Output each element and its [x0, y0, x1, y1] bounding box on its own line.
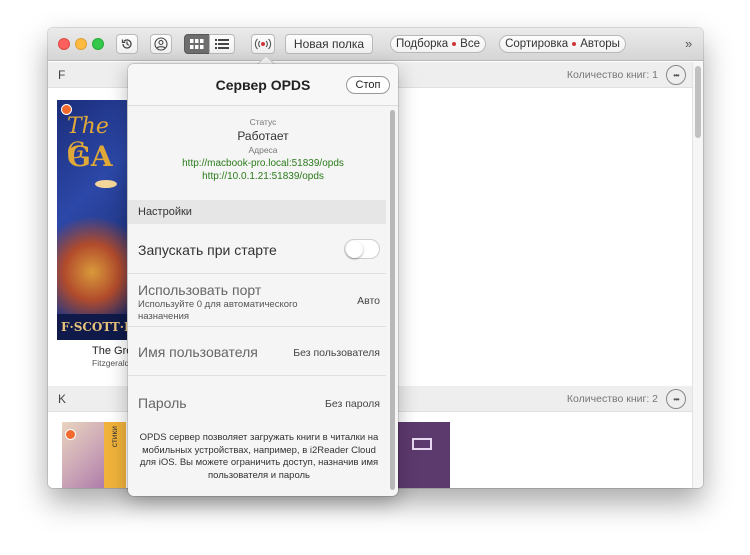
new-book-badge	[65, 429, 76, 440]
collection-label: Подборка	[395, 38, 449, 50]
section-count: Количество книг: 2	[566, 393, 658, 405]
server-address-link[interactable]: http://10.0.1.21:51839/opds	[128, 171, 398, 182]
new-book-badge	[61, 104, 72, 115]
opds-server-popover: Сервер OPDS Стоп Статус Работает Адреса …	[128, 64, 398, 496]
cover-text: GA	[67, 140, 113, 173]
port-label: Использовать порт	[138, 282, 262, 298]
history-button[interactable]	[116, 34, 138, 54]
broadcast-icon	[254, 38, 272, 50]
book-spine: стики	[104, 422, 126, 488]
autostart-label: Запускать при старте	[138, 242, 277, 258]
port-row[interactable]: Использовать порт Используйте 0 для авто…	[128, 275, 386, 327]
password-label: Пароль	[138, 395, 187, 411]
popover-header: Сервер OPDS Стоп	[128, 64, 398, 106]
sort-label: Сортировка	[505, 38, 569, 50]
new-shelf-label: Новая полка	[293, 37, 365, 51]
toggle-knob	[346, 241, 363, 258]
server-address-link[interactable]: http://macbook-pro.local:51839/opds	[128, 158, 398, 169]
scrollbar-thumb[interactable]	[695, 66, 701, 138]
section-more-button[interactable]: •••	[666, 65, 686, 85]
section-letter: K	[58, 392, 67, 406]
sort-dropdown[interactable]: Сортировка Авторы	[499, 35, 626, 53]
grid-view-button[interactable]	[184, 34, 210, 54]
minimize-window-button[interactable]	[75, 38, 87, 50]
settings-section-header: Настройки	[128, 200, 386, 224]
sort-value: Авторы	[580, 38, 620, 50]
book-spine-text: стики	[109, 426, 119, 448]
new-shelf-button[interactable]: Новая полка	[285, 34, 373, 54]
book-author: Fitzgerald	[92, 358, 130, 368]
history-icon	[121, 39, 132, 49]
toolbar: Новая полка Подборка Все Сортировка Авто…	[48, 28, 703, 61]
section-letter: F	[58, 68, 66, 82]
cover-glow-art	[57, 200, 127, 320]
status-value: Работает	[237, 129, 289, 143]
separator-dot	[572, 42, 577, 46]
opds-server-button[interactable]	[251, 34, 275, 54]
book-title: The Gre	[92, 345, 133, 357]
cover-eye-art	[95, 180, 117, 188]
popover-scrollbar[interactable]	[390, 110, 395, 490]
toolbar-overflow-button[interactable]: »	[685, 36, 692, 51]
account-button[interactable]	[150, 34, 172, 54]
close-window-button[interactable]	[58, 38, 70, 50]
library-scrollbar[interactable]	[692, 62, 703, 488]
port-hint: Используйте 0 для автоматического назнач…	[138, 299, 298, 322]
grid-icon	[190, 39, 204, 49]
cover-author-text: F·SCOTT·F	[57, 314, 127, 340]
book-cover[interactable]	[398, 422, 450, 488]
list-icon	[215, 39, 229, 49]
password-row[interactable]: Пароль Без пароля	[128, 377, 386, 429]
user-icon	[154, 37, 168, 51]
address-label: Адреса	[248, 145, 278, 155]
book-cover[interactable]: The G GA F·SCOTT·F	[57, 100, 127, 340]
list-view-button[interactable]	[209, 34, 235, 54]
stop-server-button[interactable]: Стоп	[346, 76, 390, 94]
section-count: Количество книг: 1	[566, 69, 658, 81]
username-value[interactable]: Без пользователя	[293, 347, 380, 359]
scrollbar-thumb[interactable]	[390, 110, 395, 490]
status-label: Статус	[249, 117, 277, 127]
password-value[interactable]: Без пароля	[325, 398, 380, 410]
separator-dot	[452, 42, 457, 46]
username-label: Имя пользователя	[138, 344, 258, 360]
collection-value: Все	[460, 38, 480, 50]
autostart-toggle[interactable]	[344, 239, 380, 259]
collection-dropdown[interactable]: Подборка Все	[390, 35, 486, 53]
section-more-button[interactable]: •••	[666, 389, 686, 409]
zoom-window-button[interactable]	[92, 38, 104, 50]
opds-description: OPDS сервер позволяет загружать книги в …	[139, 432, 379, 481]
username-row[interactable]: Имя пользователя Без пользователя	[128, 328, 386, 376]
port-value[interactable]: Авто	[357, 295, 380, 307]
cover-logo-art	[412, 438, 432, 450]
autostart-row: Запускать при старте	[128, 226, 386, 274]
